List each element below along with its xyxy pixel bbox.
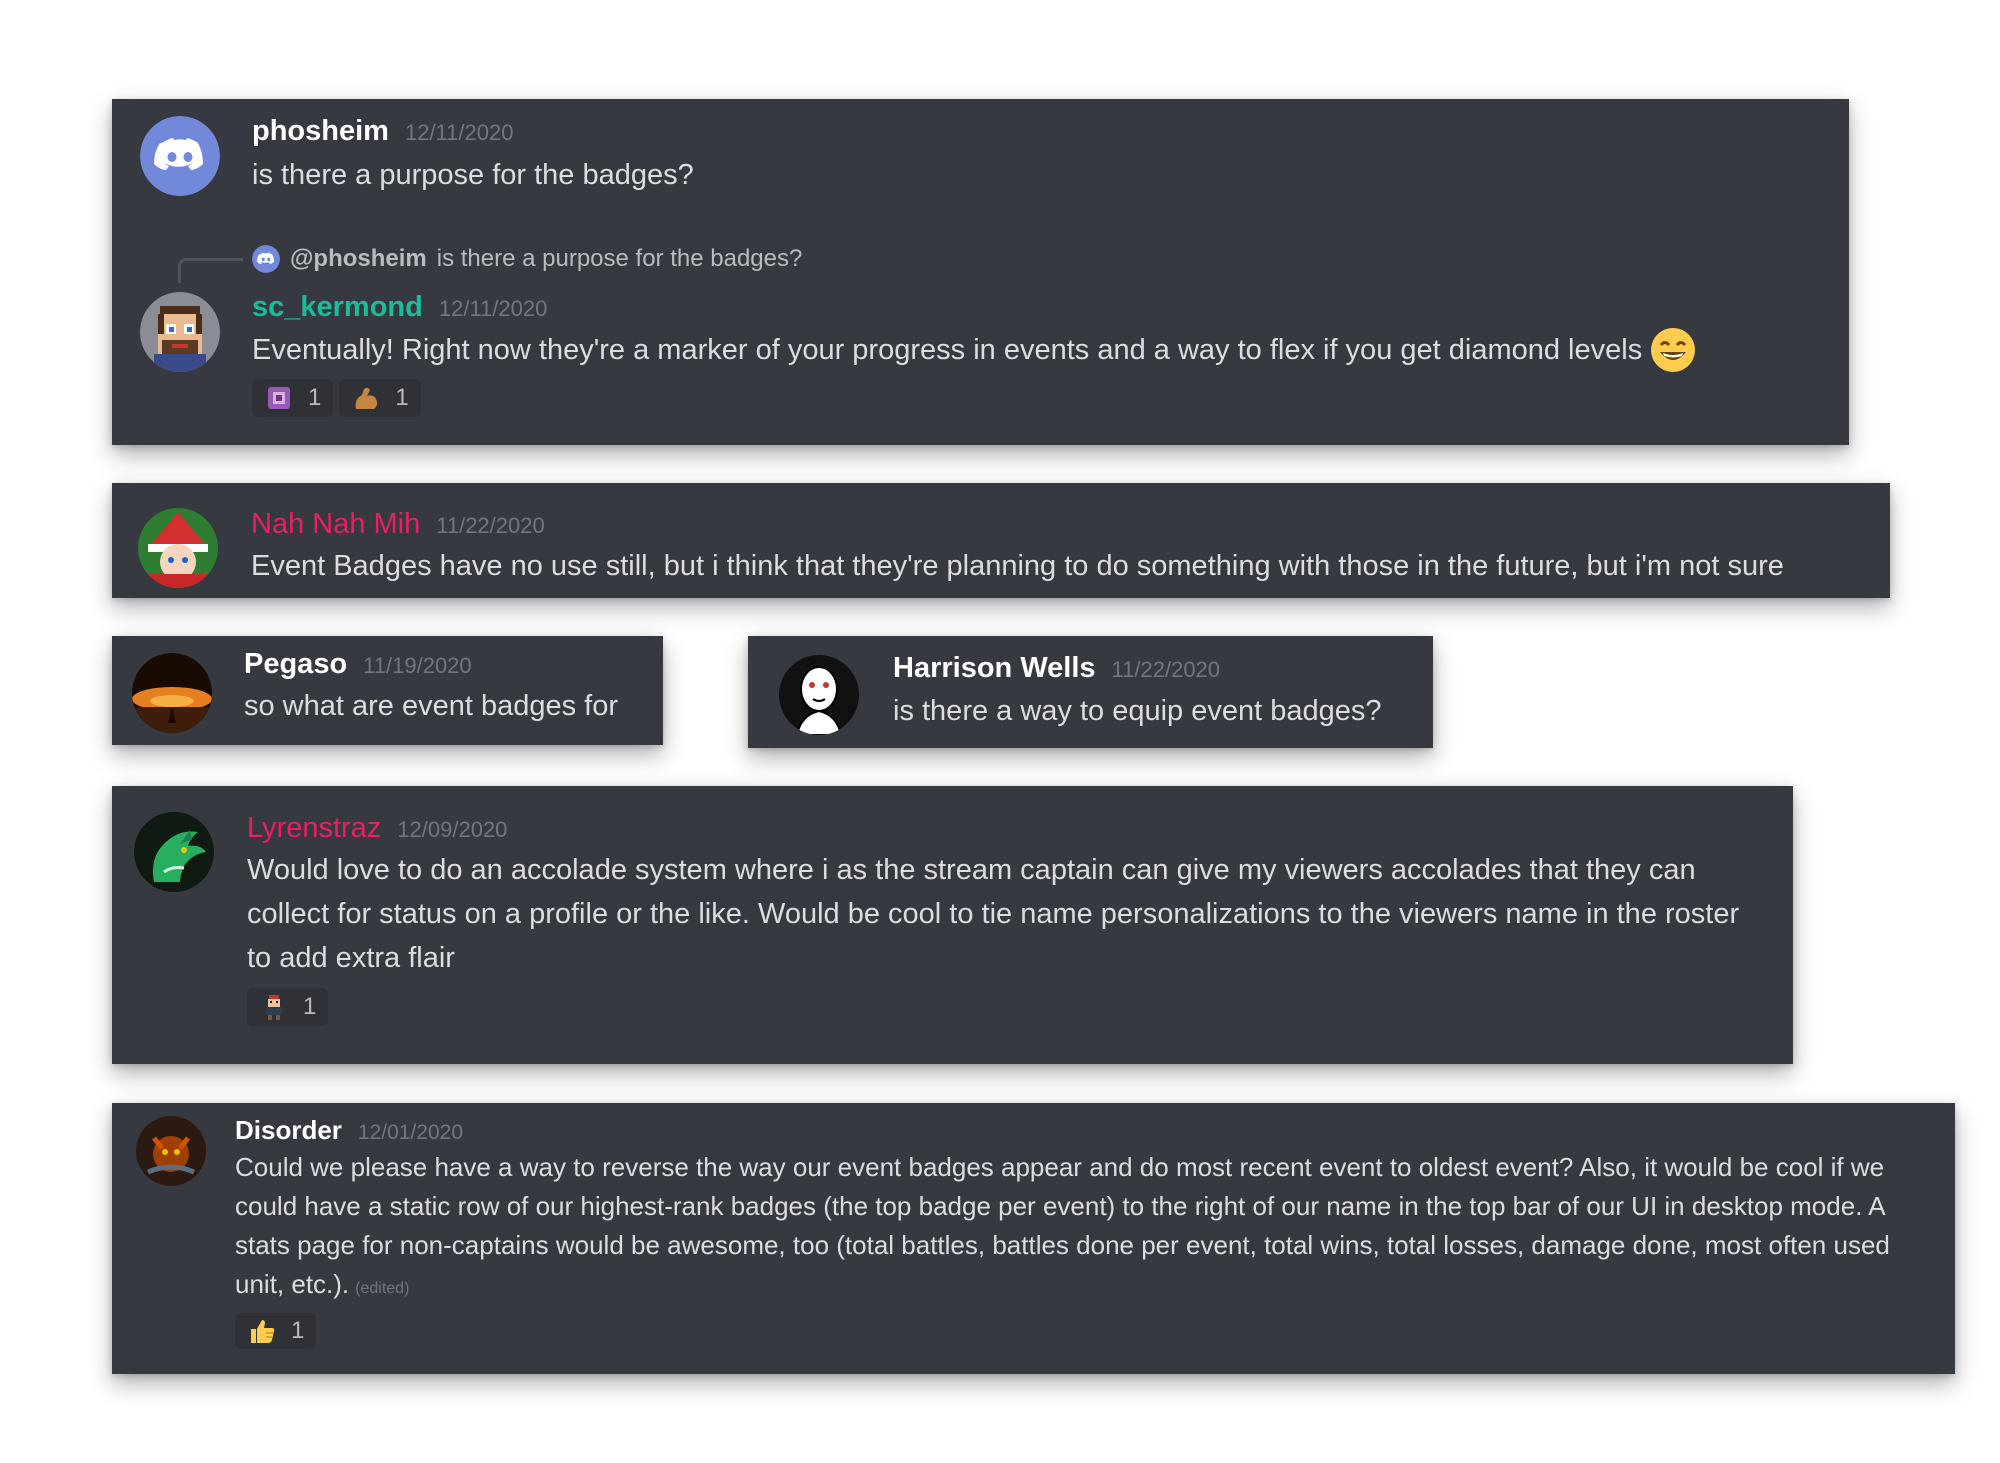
username-sc-kermond[interactable]: sc_kermond 12/11/2020 bbox=[252, 289, 547, 327]
message-text-row: Eventually! Right now they're a marker o… bbox=[252, 327, 1696, 373]
username-lyrenstraz[interactable]: Lyrenstraz 12/09/2020 bbox=[247, 810, 507, 848]
discord-logo-icon bbox=[252, 245, 280, 273]
username-text[interactable]: phosheim bbox=[252, 115, 389, 147]
reactions: 1 1 bbox=[252, 379, 421, 417]
timestamp: 12/11/2020 bbox=[404, 120, 514, 145]
avatar-disorder[interactable] bbox=[136, 1116, 206, 1186]
flexed-biceps-icon bbox=[355, 387, 378, 409]
reaction-count: 1 bbox=[291, 1317, 305, 1344]
username-nah-nah-mih[interactable]: Nah Nah Mih 11/22/2020 bbox=[251, 506, 545, 544]
username-text[interactable]: Nah Nah Mih bbox=[251, 508, 420, 540]
reply-reference[interactable]: @phosheim is there a purpose for the bad… bbox=[252, 243, 802, 275]
username-text[interactable]: Harrison Wells bbox=[893, 652, 1096, 684]
badge-icon bbox=[268, 387, 290, 409]
timestamp: 12/11/2020 bbox=[438, 296, 548, 321]
sketch-face-avatar-icon bbox=[779, 655, 859, 735]
pixel-face-avatar-icon bbox=[140, 292, 220, 372]
avatar-nah-nah-mih[interactable] bbox=[138, 508, 218, 588]
message-card-1: phosheim 12/11/2020 is there a purpose fo… bbox=[112, 99, 1849, 445]
reply-connector bbox=[178, 258, 243, 283]
timestamp: 11/19/2020 bbox=[363, 653, 472, 678]
reaction-count: 1 bbox=[308, 384, 322, 411]
username-text[interactable]: Disorder bbox=[235, 1115, 342, 1145]
message-text: Could we please have a way to reverse th… bbox=[235, 1152, 1890, 1299]
message-card-5: Lyrenstraz 12/09/2020 Would love to do an… bbox=[112, 786, 1793, 1064]
message-card-2: Nah Nah Mih 11/22/2020 Event Badges have … bbox=[112, 483, 1890, 598]
message-card-6: Disorder 12/01/2020 Could we please have … bbox=[112, 1103, 1955, 1374]
dragon-avatar-icon bbox=[134, 812, 214, 892]
discord-logo-icon bbox=[140, 116, 220, 196]
reactions: 1 bbox=[235, 1313, 317, 1349]
santa-anime-avatar-icon bbox=[138, 508, 218, 588]
edited-label: (edited) bbox=[355, 1280, 410, 1297]
message-text: is there a purpose for the badges? bbox=[252, 159, 694, 191]
reaction-count: 1 bbox=[395, 384, 409, 411]
message-card-3: Pegaso 11/19/2020 so what are event badge… bbox=[112, 636, 663, 745]
message-text: Event Badges have no use still, but i th… bbox=[251, 550, 1784, 582]
message-text: Eventually! Right now they're a marker o… bbox=[252, 334, 1643, 366]
avatar-pegaso[interactable] bbox=[132, 653, 212, 733]
message-text: Would love to do an accolade system wher… bbox=[247, 854, 1740, 974]
message-card-4: Harrison Wells 11/22/2020 is there a way … bbox=[748, 636, 1433, 748]
timestamp: 12/09/2020 bbox=[397, 817, 508, 842]
reaction-badge[interactable]: 1 bbox=[252, 379, 334, 417]
reactions: 1 bbox=[247, 988, 329, 1026]
message-text: is there a way to equip event badges? bbox=[893, 695, 1382, 727]
avatar-sc-kermond[interactable] bbox=[140, 292, 220, 372]
username-disorder[interactable]: Disorder 12/01/2020 bbox=[235, 1112, 463, 1151]
creature-avatar-icon bbox=[136, 1116, 206, 1186]
avatar-lyrenstraz[interactable] bbox=[134, 812, 214, 892]
timestamp: 11/22/2020 bbox=[436, 513, 545, 538]
username-text[interactable]: Lyrenstraz bbox=[247, 812, 381, 844]
pixel-character-icon bbox=[266, 995, 282, 1020]
username-text[interactable]: sc_kermond bbox=[252, 291, 423, 323]
reply-text: is there a purpose for the badges? bbox=[436, 245, 803, 272]
thumbs-up-icon bbox=[251, 1320, 275, 1343]
message-text: so what are event badges for bbox=[244, 690, 619, 722]
reply-mention[interactable]: @phosheim bbox=[290, 243, 427, 275]
message-text-block: Could we please have a way to reverse th… bbox=[235, 1148, 1930, 1308]
username-phosheim[interactable]: phosheim 12/11/2020 bbox=[252, 113, 513, 151]
username-pegaso[interactable]: Pegaso 11/19/2020 bbox=[244, 646, 472, 684]
reaction-count: 1 bbox=[303, 993, 317, 1020]
username-harrison-wells[interactable]: Harrison Wells 11/22/2020 bbox=[893, 650, 1220, 688]
timestamp: 12/01/2020 bbox=[357, 1121, 464, 1144]
sunset-avatar-icon bbox=[132, 653, 212, 733]
grinning-face-icon bbox=[1651, 328, 1696, 372]
timestamp: 11/22/2020 bbox=[1111, 657, 1221, 682]
username-text[interactable]: Pegaso bbox=[244, 648, 347, 680]
reaction-pixel-character[interactable]: 1 bbox=[247, 988, 329, 1026]
avatar-phosheim[interactable] bbox=[140, 116, 220, 196]
avatar-harrison-wells[interactable] bbox=[779, 655, 859, 735]
reaction-thumbs-up[interactable]: 1 bbox=[235, 1313, 317, 1349]
reaction-flexed-biceps[interactable]: 1 bbox=[339, 379, 421, 417]
